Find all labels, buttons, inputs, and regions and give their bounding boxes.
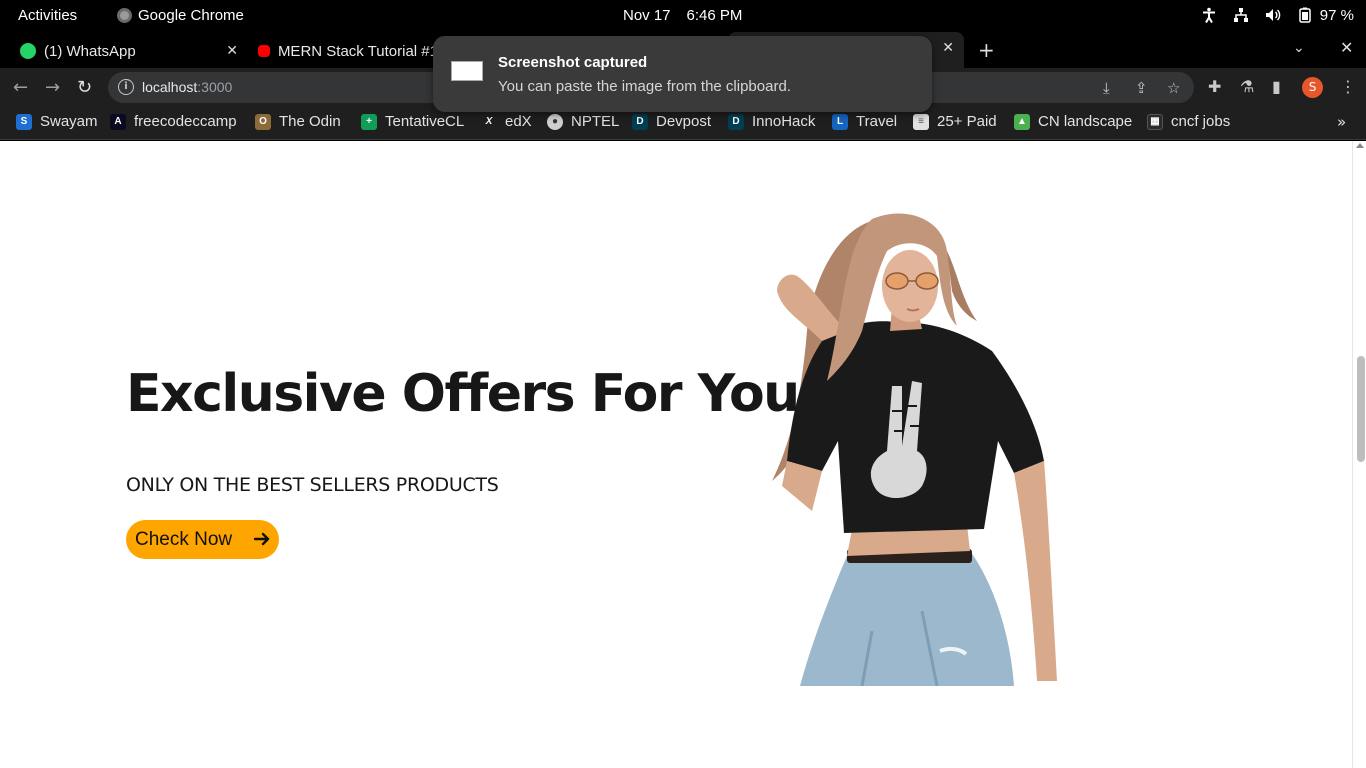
cncf-icon: ▦ bbox=[1147, 113, 1163, 130]
bookmark-25-paid[interactable]: ≡ 25+ Paid bbox=[913, 113, 997, 130]
battery-icon[interactable] bbox=[1296, 6, 1314, 24]
hero-model-image bbox=[772, 213, 1057, 686]
window-close-icon[interactable]: ✕ bbox=[1340, 38, 1353, 57]
back-icon[interactable]: ← bbox=[13, 77, 28, 98]
bookmarks-overflow-icon[interactable]: » bbox=[1337, 113, 1346, 131]
screenshot-thumbnail bbox=[451, 61, 483, 81]
scrollbar-thumb[interactable] bbox=[1357, 356, 1365, 462]
accessibility-icon[interactable] bbox=[1200, 6, 1218, 24]
bookmark-freecodecamp[interactable]: A freecodeccamp bbox=[110, 113, 237, 130]
url-text[interactable]: localhost:3000 bbox=[142, 79, 232, 95]
profile-avatar[interactable]: S bbox=[1302, 77, 1323, 98]
tab-whatsapp[interactable]: (1) WhatsApp ✕ bbox=[20, 36, 246, 66]
bookmark-swayam[interactable]: S Swayam bbox=[16, 113, 98, 130]
bookmark-innohack[interactable]: D InnoHack bbox=[728, 113, 815, 130]
screenshot-notification[interactable]: Screenshot captured You can paste the im… bbox=[433, 36, 932, 112]
bookmark-tentativecl[interactable]: + TentativeCL bbox=[361, 113, 464, 130]
document-icon: ≡ bbox=[913, 113, 929, 130]
time-label: 6:46 PM bbox=[686, 7, 743, 24]
page-scrollbar[interactable] bbox=[1352, 141, 1366, 768]
notification-body: You can paste the image from the clipboa… bbox=[498, 78, 791, 95]
youtube-icon bbox=[258, 45, 270, 57]
system-tray[interactable]: 97 % bbox=[1200, 6, 1354, 24]
bookmark-travel[interactable]: L Travel bbox=[832, 113, 897, 130]
edx-icon: X bbox=[481, 113, 497, 130]
forward-icon[interactable]: → bbox=[45, 77, 60, 98]
swayam-icon: S bbox=[16, 113, 32, 130]
install-icon[interactable]: ⤓ bbox=[1103, 79, 1110, 97]
system-top-bar: Activities Google Chrome Nov 17 6:46 PM … bbox=[0, 0, 1366, 32]
tab-label: MERN Stack Tutorial #1 bbox=[277, 42, 438, 60]
bookmark-star-icon[interactable]: ☆ bbox=[1167, 79, 1180, 97]
extensions-icon[interactable]: ✚ bbox=[1208, 77, 1221, 96]
bookmark-cncf-jobs[interactable]: ▦ cncf jobs bbox=[1147, 113, 1230, 130]
check-now-label: Check Now bbox=[135, 528, 233, 550]
clock[interactable]: Nov 17 6:46 PM bbox=[623, 7, 742, 24]
app-menu[interactable]: Google Chrome bbox=[117, 7, 244, 24]
travel-icon: L bbox=[832, 113, 848, 130]
bookmark-cn-landscape[interactable]: ▲ CN landscape bbox=[1014, 113, 1132, 130]
bookmark-the-odin[interactable]: O The Odin bbox=[255, 113, 341, 130]
share-icon[interactable]: ⇪ bbox=[1135, 79, 1148, 97]
bookmark-devpost[interactable]: D Devpost bbox=[632, 113, 711, 130]
app-name: Google Chrome bbox=[138, 7, 244, 24]
activities-button[interactable]: Activities bbox=[18, 7, 77, 24]
tab-search-icon[interactable]: ⌄ bbox=[1293, 40, 1305, 56]
scroll-up-icon[interactable] bbox=[1356, 143, 1364, 148]
bookmark-nptel[interactable]: ● NPTEL bbox=[547, 113, 619, 130]
new-tab-button[interactable]: + bbox=[978, 38, 995, 62]
date-label: Nov 17 bbox=[623, 7, 671, 24]
side-panel-icon[interactable]: ▮ bbox=[1272, 77, 1281, 96]
chrome-icon bbox=[117, 8, 132, 23]
volume-icon[interactable] bbox=[1264, 6, 1282, 24]
sheets-icon: + bbox=[361, 113, 377, 130]
check-now-button[interactable]: Check Now bbox=[126, 520, 279, 559]
notification-title: Screenshot captured bbox=[498, 54, 648, 71]
battery-percent: 97 % bbox=[1319, 6, 1354, 24]
site-info-icon[interactable]: i bbox=[118, 79, 134, 95]
globe-icon: ● bbox=[547, 113, 563, 130]
close-icon[interactable]: ✕ bbox=[226, 42, 238, 59]
bookmark-edx[interactable]: X edX bbox=[481, 113, 532, 130]
page-viewport: Exclusive Offers For You ONLY ON THE BES… bbox=[0, 141, 1352, 768]
menu-kebab-icon[interactable]: ⋮ bbox=[1340, 77, 1356, 96]
close-icon[interactable]: ✕ bbox=[942, 40, 954, 56]
hero-title: Exclusive Offers For You bbox=[126, 364, 800, 424]
devpost-icon: D bbox=[728, 113, 744, 130]
hero-subtitle: ONLY ON THE BEST SELLERS PRODUCTS bbox=[126, 474, 499, 496]
arrow-right-icon bbox=[253, 532, 270, 546]
whatsapp-icon bbox=[20, 43, 36, 59]
labs-icon[interactable]: ⚗ bbox=[1240, 77, 1254, 96]
odin-icon: O bbox=[255, 113, 271, 130]
network-icon[interactable] bbox=[1232, 6, 1250, 24]
devpost-icon: D bbox=[632, 113, 648, 130]
tab-label: (1) WhatsApp bbox=[44, 42, 136, 60]
landscape-icon: ▲ bbox=[1014, 113, 1030, 130]
reload-icon[interactable]: ↻ bbox=[77, 77, 92, 98]
freecodecamp-icon: A bbox=[110, 113, 126, 130]
tab-mern-tutorial[interactable]: MERN Stack Tutorial #1 bbox=[258, 36, 438, 66]
